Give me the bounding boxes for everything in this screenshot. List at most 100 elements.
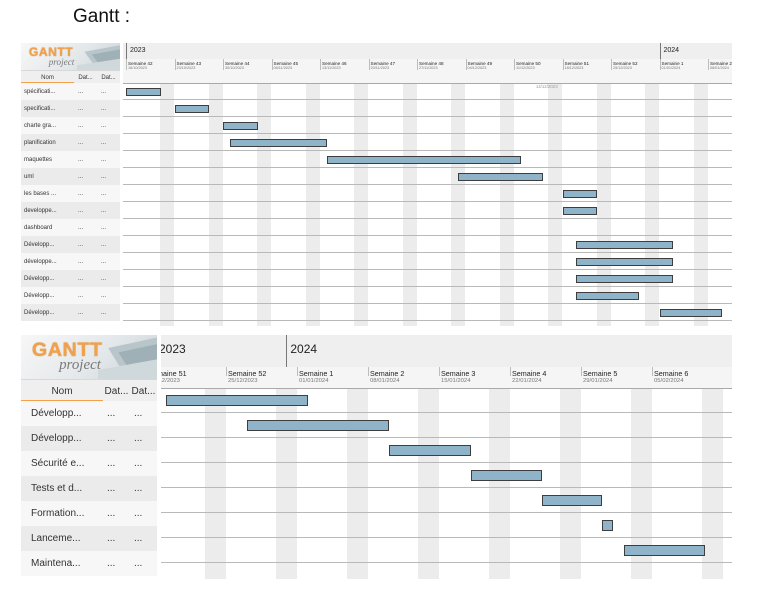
task-bar[interactable] — [327, 155, 522, 164]
task-start-date: ... — [78, 241, 84, 248]
task-start-date: ... — [78, 173, 84, 180]
task-end-date: ... — [101, 241, 107, 248]
logo-decoration-icon — [77, 45, 120, 70]
task-row[interactable]: spécificati......... — [21, 83, 120, 101]
week-label: Semaine 1 01/01/2024 — [662, 61, 684, 70]
task-row[interactable]: Tests et d......... — [21, 476, 157, 502]
week-label: Semaine 49 04/12/2023 — [468, 61, 493, 70]
task-bar[interactable] — [458, 172, 544, 181]
task-bar[interactable] — [541, 495, 603, 506]
task-bar[interactable] — [247, 420, 390, 431]
week-divider — [174, 59, 176, 70]
task-end-date: ... — [101, 292, 107, 299]
task-row[interactable]: maquettes...... — [21, 151, 120, 169]
weekend-shade — [305, 83, 320, 326]
gantt-chart-top: GANTT project Nom Dat... Dat... spécificati..… — [21, 43, 732, 326]
task-bar[interactable] — [576, 257, 674, 266]
task-row[interactable]: Lanceme......... — [21, 526, 157, 552]
task-end-date: ... — [101, 156, 107, 163]
week-divider — [368, 59, 370, 70]
task-bar[interactable] — [576, 291, 639, 300]
task-row[interactable]: les bases ......... — [21, 185, 120, 203]
weekend-shade — [160, 83, 175, 326]
task-row[interactable]: dashboard...... — [21, 219, 120, 237]
task-row[interactable]: specificati......... — [21, 100, 120, 118]
week-divider — [226, 367, 227, 377]
task-bar[interactable] — [602, 520, 613, 531]
task-row[interactable]: Sécurité e......... — [21, 451, 157, 477]
task-end-date: ... — [101, 190, 107, 197]
week-number: maine 51 — [161, 368, 187, 378]
weekend-shade — [418, 388, 439, 579]
task-row[interactable]: Développ......... — [21, 287, 120, 305]
task-row[interactable]: planification...... — [21, 134, 120, 152]
task-start-date: ... — [78, 275, 84, 282]
task-name: uml — [24, 173, 34, 180]
week-label: Semaine 52 25/12/2023 — [613, 61, 638, 70]
task-name: Développ... — [31, 433, 82, 444]
row-divider — [123, 99, 732, 100]
week-divider — [652, 367, 653, 377]
row-divider — [123, 201, 732, 202]
column-header-name[interactable]: Nom — [21, 380, 103, 402]
task-start-date: ... — [78, 207, 84, 214]
week-label: Semaine 50 11/12/2023 — [516, 61, 541, 70]
task-bar[interactable] — [659, 308, 722, 317]
task-bar[interactable] — [223, 121, 258, 130]
weekend-shade — [347, 388, 368, 579]
task-row[interactable]: Développ......... — [21, 304, 120, 322]
task-name: Maintena... — [31, 558, 81, 569]
task-name: Développ... — [31, 408, 82, 419]
row-divider — [161, 462, 732, 463]
column-header-end-date[interactable]: Dat... — [130, 380, 157, 402]
task-bar[interactable] — [576, 274, 674, 283]
row-divider — [123, 252, 732, 253]
task-start-date: ... — [107, 558, 116, 569]
task-end-date: ... — [101, 207, 107, 214]
task-name: Sécurité e... — [31, 458, 85, 469]
task-end-date: ... — [134, 433, 143, 444]
task-bar[interactable] — [389, 445, 471, 456]
task-row[interactable]: Développ......... — [21, 236, 120, 254]
task-bar[interactable] — [126, 87, 161, 96]
task-bar[interactable] — [576, 240, 674, 249]
task-row[interactable]: Développ......... — [21, 401, 157, 427]
task-name: développe... — [24, 258, 57, 265]
week-header: maine 51/12/2023Semaine 5225/12/2023Sema… — [161, 367, 732, 389]
week-number: Semaine 2 — [370, 368, 405, 378]
week-divider — [611, 59, 612, 70]
task-row[interactable]: Maintena......... — [21, 551, 157, 577]
task-bar[interactable] — [230, 138, 328, 147]
task-row[interactable]: charte gra......... — [21, 117, 120, 135]
task-row[interactable]: Formation......... — [21, 501, 157, 527]
row-divider — [161, 562, 732, 563]
week-label: Semaine 45 06/11/2023 — [274, 61, 299, 70]
task-row[interactable]: uml...... — [21, 168, 120, 186]
week-label: Semaine 5 29/01/2024 — [583, 369, 617, 384]
week-label: Semaine 2 08/01/2024 — [710, 61, 732, 70]
weekend-shade — [693, 83, 708, 326]
column-header-start-date[interactable]: Dat... — [103, 380, 130, 402]
task-row[interactable]: Développ......... — [21, 270, 120, 288]
row-divider — [123, 320, 732, 321]
task-end-date: ... — [134, 508, 143, 519]
task-bar[interactable] — [562, 189, 598, 198]
column-header: Nom Dat... Dat... — [21, 379, 157, 403]
task-row[interactable]: developpe......... — [21, 202, 120, 220]
task-row[interactable]: Développ......... — [21, 426, 157, 452]
task-bar[interactable] — [174, 104, 210, 113]
week-divider — [581, 367, 582, 377]
task-end-date: ... — [134, 458, 143, 469]
week-header: Semaine 42 16/10/2023 Semaine 43 23/10/2023… — [123, 59, 732, 84]
week-date: 06/11/2023 — [273, 65, 293, 70]
gantt-project-logo: GANTT project — [21, 335, 157, 379]
task-start-date: ... — [78, 309, 84, 316]
task-bar[interactable] — [165, 395, 308, 406]
task-row[interactable]: développe......... — [21, 253, 120, 271]
week-date: 08/01/2024 — [710, 65, 729, 70]
week-label: Semaine 42 16/10/2023 — [128, 61, 153, 70]
task-bar[interactable] — [562, 206, 598, 215]
task-bar[interactable] — [470, 470, 542, 481]
task-bar[interactable] — [623, 545, 706, 556]
task-name: Formation... — [31, 508, 85, 519]
